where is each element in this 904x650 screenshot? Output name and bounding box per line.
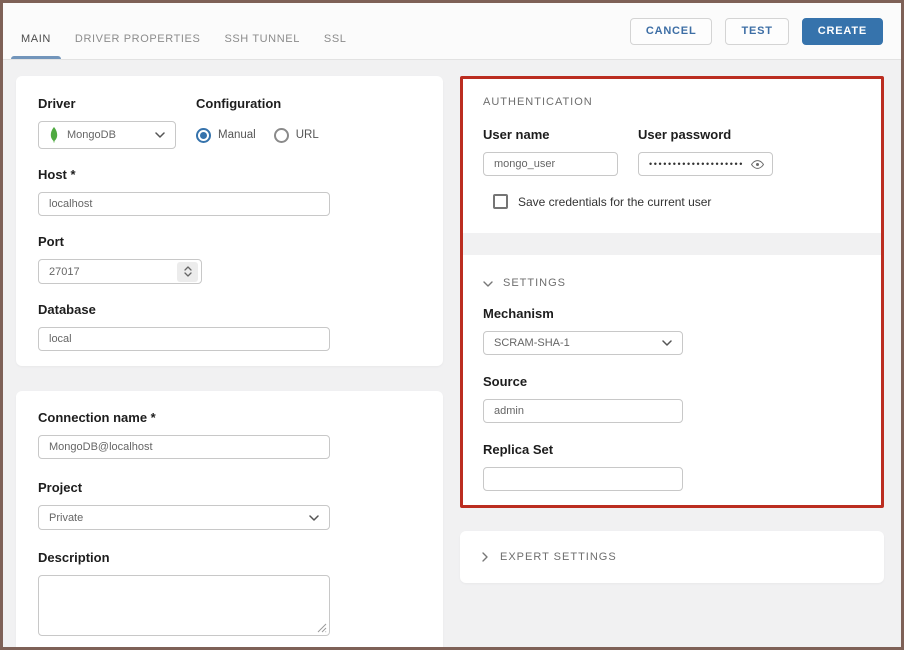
settings-collapse-header[interactable]: SETTINGS: [483, 277, 861, 290]
replica-set-field-group: Replica Set: [483, 442, 861, 491]
connection-card: Driver MongoDB Configuration: [16, 76, 443, 366]
radio-manual-label: Manual: [218, 129, 256, 141]
driver-select[interactable]: MongoDB: [38, 121, 176, 149]
test-button[interactable]: TEST: [725, 18, 788, 45]
main-content: Driver MongoDB Configuration: [3, 60, 901, 647]
description-field-group: Description: [38, 550, 421, 636]
tab-ssh-tunnel[interactable]: SSH TUNNEL: [212, 3, 311, 59]
host-value: localhost: [49, 198, 319, 210]
save-credentials-row[interactable]: Save credentials for the current user: [493, 194, 861, 209]
general-card: Connection name * MongoDB@localhost Proj…: [16, 391, 443, 647]
user-name-label: User name: [483, 127, 618, 142]
chevron-down-icon: [662, 340, 672, 346]
user-name-field-group: User name mongo_user: [483, 127, 618, 176]
project-value: Private: [49, 512, 309, 524]
chevron-down-icon: [155, 132, 165, 138]
user-password-field-group: User password ••••••••••••••••••••: [638, 127, 773, 176]
radio-option-manual[interactable]: Manual: [196, 128, 256, 143]
source-input[interactable]: admin: [483, 399, 683, 423]
tab-bar: MAIN DRIVER PROPERTIES SSH TUNNEL SSL: [9, 3, 359, 59]
driver-value: MongoDB: [67, 129, 147, 141]
top-bar: MAIN DRIVER PROPERTIES SSH TUNNEL SSL CA…: [3, 3, 901, 60]
settings-title: SETTINGS: [503, 277, 566, 290]
configuration-label: Configuration: [196, 96, 319, 111]
save-credentials-checkbox[interactable]: [493, 194, 508, 209]
host-label: Host *: [38, 167, 421, 182]
chevron-right-icon: [482, 552, 488, 562]
project-field-group: Project Private: [38, 480, 421, 530]
port-field-group: Port 27017: [38, 234, 421, 284]
save-credentials-label: Save credentials for the current user: [518, 195, 711, 209]
port-input[interactable]: 27017: [38, 259, 202, 284]
user-password-input[interactable]: ••••••••••••••••••••: [638, 152, 773, 176]
authentication-title: AUTHENTICATION: [483, 96, 861, 109]
replica-set-label: Replica Set: [483, 442, 861, 457]
description-textarea[interactable]: [38, 575, 330, 636]
port-label: Port: [38, 234, 421, 249]
mechanism-select[interactable]: SCRAM-SHA-1: [483, 331, 683, 355]
radio-option-url[interactable]: URL: [274, 128, 319, 143]
configuration-radio-group: Manual URL: [196, 121, 319, 149]
section-divider-band: [463, 233, 881, 255]
project-label: Project: [38, 480, 421, 495]
replica-set-input[interactable]: [483, 467, 683, 491]
right-column: AUTHENTICATION User name mongo_user User…: [460, 76, 884, 647]
tab-driver-properties[interactable]: DRIVER PROPERTIES: [63, 3, 213, 59]
chevron-down-icon: [309, 515, 319, 521]
host-input[interactable]: localhost: [38, 192, 330, 216]
mechanism-field-group: Mechanism SCRAM-SHA-1: [483, 306, 861, 355]
stepper-down-icon: [184, 272, 192, 277]
cancel-button[interactable]: CANCEL: [630, 18, 713, 45]
project-select[interactable]: Private: [38, 505, 330, 530]
radio-manual[interactable]: [196, 128, 211, 143]
mechanism-label: Mechanism: [483, 306, 861, 321]
radio-url-label: URL: [296, 129, 319, 141]
user-name-value: mongo_user: [494, 158, 607, 170]
user-password-masked-value: ••••••••••••••••••••: [649, 159, 750, 169]
authentication-section: AUTHENTICATION User name mongo_user User…: [463, 79, 881, 233]
mongodb-leaf-icon: [49, 127, 59, 143]
expert-settings-title: EXPERT SETTINGS: [500, 551, 617, 564]
user-name-input[interactable]: mongo_user: [483, 152, 618, 176]
resize-handle-icon[interactable]: [317, 623, 327, 633]
driver-label: Driver: [38, 96, 196, 111]
source-field-group: Source admin: [483, 374, 861, 423]
connection-name-label: Connection name *: [38, 410, 421, 425]
source-value: admin: [494, 405, 672, 417]
host-field-group: Host * localhost: [38, 167, 421, 216]
connection-name-input[interactable]: MongoDB@localhost: [38, 435, 330, 459]
stepper-up-icon: [184, 266, 192, 271]
connection-dialog-window: MAIN DRIVER PROPERTIES SSH TUNNEL SSL CA…: [0, 0, 904, 650]
authentication-highlight-box: AUTHENTICATION User name mongo_user User…: [460, 76, 884, 508]
tab-main[interactable]: MAIN: [9, 3, 63, 59]
settings-section: SETTINGS Mechanism SCRAM-SHA-1 Source: [463, 255, 881, 505]
database-label: Database: [38, 302, 421, 317]
left-column: Driver MongoDB Configuration: [16, 76, 443, 647]
mechanism-value: SCRAM-SHA-1: [494, 337, 662, 349]
port-value: 27017: [49, 266, 177, 278]
description-label: Description: [38, 550, 421, 565]
expert-settings-collapse-header[interactable]: EXPERT SETTINGS: [460, 531, 884, 583]
chevron-down-icon: [483, 281, 493, 287]
database-input[interactable]: local: [38, 327, 330, 351]
eye-icon[interactable]: [750, 157, 765, 172]
radio-url[interactable]: [274, 128, 289, 143]
database-field-group: Database local: [38, 302, 421, 351]
database-value: local: [49, 333, 319, 345]
dialog-actions: CANCEL TEST CREATE: [630, 3, 901, 59]
connection-name-field-group: Connection name * MongoDB@localhost: [38, 410, 421, 459]
tab-ssl[interactable]: SSL: [312, 3, 359, 59]
port-stepper[interactable]: [177, 262, 198, 282]
connection-name-value: MongoDB@localhost: [49, 441, 319, 453]
source-label: Source: [483, 374, 861, 389]
create-button[interactable]: CREATE: [802, 18, 883, 45]
user-password-label: User password: [638, 127, 773, 142]
